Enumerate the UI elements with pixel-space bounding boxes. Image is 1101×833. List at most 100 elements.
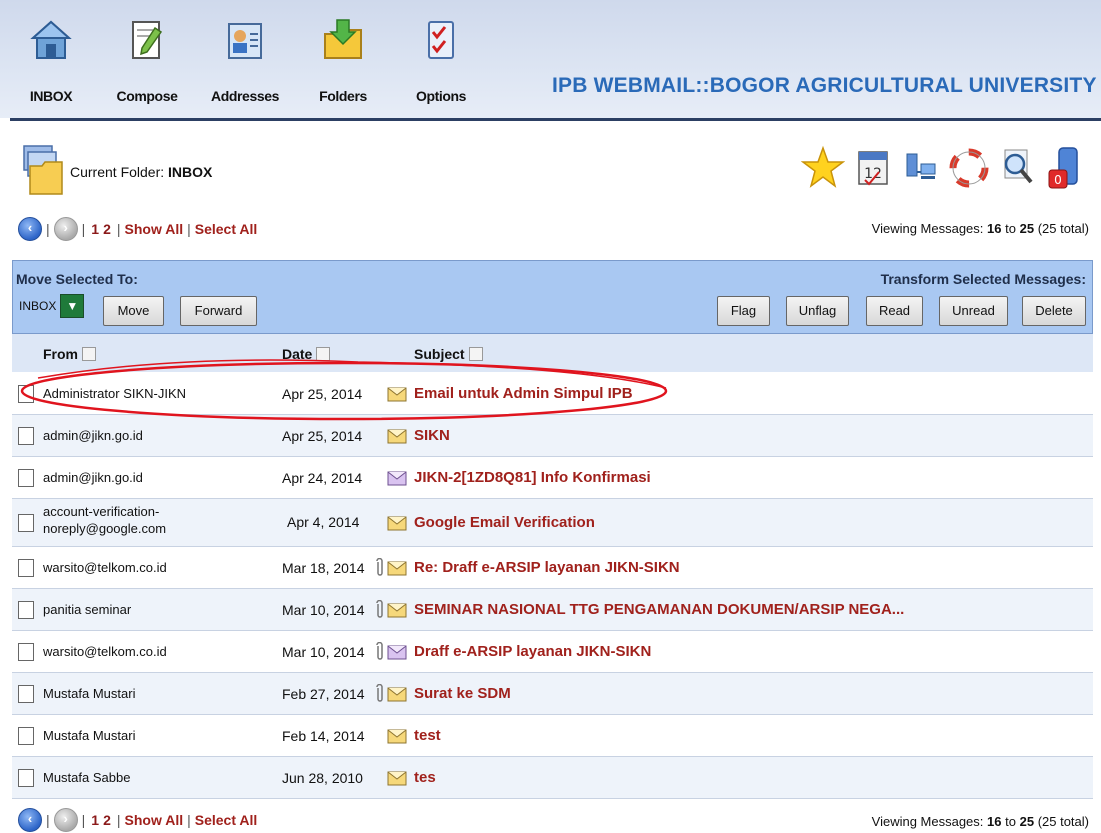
message-checkbox[interactable] <box>18 685 34 703</box>
envelope-icon <box>387 516 407 531</box>
compose-icon <box>132 21 163 59</box>
lifebuoy-icon[interactable] <box>947 142 991 196</box>
sort-icon[interactable] <box>82 347 96 361</box>
message-row[interactable]: account-verification-noreply@google.com … <box>12 499 1093 547</box>
message-checkbox[interactable] <box>18 643 34 661</box>
envelope-icon <box>387 387 407 402</box>
message-subject-link[interactable]: test <box>414 727 441 744</box>
folder-stack-icon <box>23 145 63 195</box>
folder-icon <box>324 19 362 59</box>
previous-page-button[interactable]: ‹ <box>18 217 42 241</box>
viewing-count-bottom: Viewing Messages: 16 to 25 (25 total) <box>871 814 1089 829</box>
select-all-link[interactable]: Select All <box>195 221 258 237</box>
column-from[interactable]: From <box>43 346 96 362</box>
message-row[interactable]: admin@jikn.go.id Apr 25, 2014 SIKN <box>12 415 1093 457</box>
attachment-icon <box>376 600 383 618</box>
message-row[interactable]: warsito@telkom.co.id Mar 18, 2014 Re: Dr… <box>12 547 1093 589</box>
star-icon[interactable] <box>800 142 846 196</box>
message-row[interactable]: Administrator SIKN-JIKN Apr 25, 2014 Ema… <box>12 373 1093 415</box>
next-page-button[interactable]: › <box>53 217 78 241</box>
message-checkbox[interactable] <box>18 385 34 403</box>
page-link-2[interactable]: 2 <box>103 221 111 237</box>
house-icon <box>30 20 72 59</box>
message-row[interactable]: Mustafa Mustari Feb 27, 2014 Surat ke SD… <box>12 673 1093 715</box>
delete-button[interactable]: Delete <box>1022 296 1086 326</box>
current-folder-name: INBOX <box>168 164 213 180</box>
top-navigation: INBOX Compose Addresses Folders Options … <box>0 0 1101 118</box>
previous-page-button[interactable]: ‹ <box>18 808 42 832</box>
address-book-icon <box>228 23 262 59</box>
brand-title: IPB WEBMAIL::BOGOR AGRICULTURAL UNIVERSI… <box>552 74 1097 97</box>
page-link-1[interactable]: 1 <box>91 812 99 828</box>
header-divider <box>10 118 1101 121</box>
column-subject[interactable]: Subject <box>414 346 483 362</box>
current-folder-label: Current Folder: INBOX <box>70 164 213 180</box>
message-subject-link[interactable]: SIKN <box>414 427 450 444</box>
message-checkbox[interactable] <box>18 427 34 445</box>
envelope-icon <box>387 603 407 618</box>
message-subject-link[interactable]: JIKN-2[1ZD8Q81] Info Konfirmasi <box>414 469 651 486</box>
show-all-link[interactable]: Show All <box>125 221 184 237</box>
message-row[interactable]: warsito@telkom.co.id Mar 10, 2014 Draff … <box>12 631 1093 673</box>
nav-options-button[interactable]: Options <box>398 8 484 112</box>
move-target-select[interactable]: INBOX ▼ <box>17 294 85 318</box>
message-row[interactable]: admin@jikn.go.id Apr 24, 2014 JIKN-2[1ZD… <box>12 457 1093 499</box>
message-column-headers: From Date Subject <box>12 334 1093 372</box>
message-subject-link[interactable]: Email untuk Admin Simpul IPB <box>414 385 633 402</box>
message-checkbox[interactable] <box>18 727 34 745</box>
show-all-link[interactable]: Show All <box>125 812 184 828</box>
nav-folders-button[interactable]: Folders <box>300 8 386 112</box>
envelope-icon <box>387 645 407 660</box>
search-icon[interactable] <box>995 142 1039 196</box>
message-row[interactable]: Mustafa Sabbe Jun 28, 2010 tes <box>12 757 1093 799</box>
unread-button[interactable]: Unread <box>939 296 1008 326</box>
message-checkbox[interactable] <box>18 514 34 532</box>
message-row[interactable]: panitia seminar Mar 10, 2014 SEMINAR NAS… <box>12 589 1093 631</box>
message-subject-link[interactable]: tes <box>414 769 436 786</box>
message-subject-link[interactable]: Re: Draff e-ARSIP layanan JIKN-SIKN <box>414 559 680 576</box>
message-checkbox[interactable] <box>18 769 34 787</box>
attachment-icon <box>376 642 383 660</box>
calendar-icon[interactable]: 12 <box>851 142 895 196</box>
transform-selected-label: Transform Selected Messages: <box>880 271 1086 287</box>
next-page-button[interactable]: › <box>53 808 78 832</box>
message-subject-link[interactable]: Surat ke SDM <box>414 685 511 702</box>
nav-addresses-button[interactable]: Addresses <box>202 8 288 112</box>
toolbar-icons: 12 0 <box>800 142 1091 196</box>
move-selected-label: Move Selected To: <box>16 271 138 287</box>
move-button[interactable]: Move <box>103 296 164 326</box>
message-checkbox[interactable] <box>18 601 34 619</box>
column-date[interactable]: Date <box>282 346 331 362</box>
network-icon[interactable] <box>899 142 943 196</box>
envelope-icon <box>387 429 407 444</box>
envelope-icon <box>387 687 407 702</box>
trash-icon[interactable]: 0 <box>1043 142 1087 196</box>
envelope-icon <box>387 561 407 576</box>
message-checkbox[interactable] <box>18 559 34 577</box>
message-subject-link[interactable]: Draff e-ARSIP layanan JIKN-SIKN <box>414 643 651 660</box>
nav-compose-button[interactable]: Compose <box>104 8 190 112</box>
attachment-icon <box>376 558 383 576</box>
forward-button[interactable]: Forward <box>180 296 257 326</box>
attachment-icon <box>376 684 383 702</box>
sort-icon[interactable] <box>468 347 483 361</box>
envelope-icon <box>387 771 407 786</box>
nav-inbox-button[interactable]: INBOX <box>8 8 94 112</box>
svg-text:0: 0 <box>1054 173 1062 187</box>
chevron-down-icon: ▼ <box>60 294 85 318</box>
unflag-button[interactable]: Unflag <box>786 296 849 326</box>
select-all-link[interactable]: Select All <box>195 812 258 828</box>
message-row[interactable]: Mustafa Mustari Feb 14, 2014 test <box>12 715 1093 757</box>
viewing-count-top: Viewing Messages: 16 to 25 (25 total) <box>871 221 1089 236</box>
envelope-icon <box>387 471 407 486</box>
page-link-1[interactable]: 1 <box>91 221 99 237</box>
read-button[interactable]: Read <box>866 296 923 326</box>
message-checkbox[interactable] <box>18 469 34 487</box>
paging-bottom: ‹ | › | 1 2 | Show All | Select All <box>18 808 257 832</box>
message-subject-link[interactable]: SEMINAR NASIONAL TTG PENGAMANAN DOKUMEN/… <box>414 601 904 618</box>
flag-button[interactable]: Flag <box>717 296 770 326</box>
page-link-2[interactable]: 2 <box>103 812 111 828</box>
checklist-icon <box>428 21 454 59</box>
message-subject-link[interactable]: Google Email Verification <box>414 514 595 531</box>
sort-icon[interactable] <box>316 347 331 361</box>
